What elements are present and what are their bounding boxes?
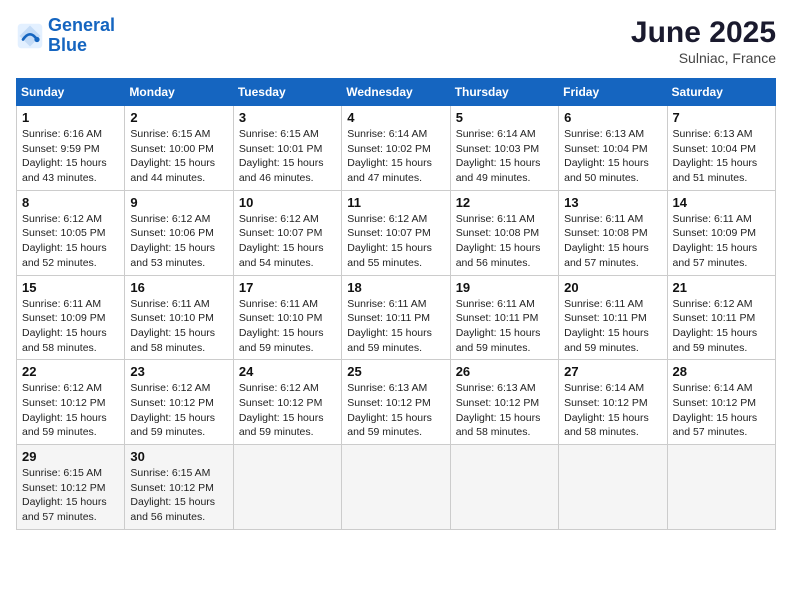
header-wednesday: Wednesday xyxy=(342,79,450,106)
title-block: June 2025 Sulniac, France xyxy=(631,16,776,66)
day-12: 12 Sunrise: 6:11 AMSunset: 10:08 PMDayli… xyxy=(450,190,558,275)
day-3: 3 Sunrise: 6:15 AMSunset: 10:01 PMDaylig… xyxy=(233,106,341,191)
day-27: 27 Sunrise: 6:14 AMSunset: 10:12 PMDayli… xyxy=(559,360,667,445)
week-row-5: 29 Sunrise: 6:15 AMSunset: 10:12 PMDayli… xyxy=(17,445,776,530)
day-20: 20 Sunrise: 6:11 AMSunset: 10:11 PMDayli… xyxy=(559,275,667,360)
day-16: 16 Sunrise: 6:11 AMSunset: 10:10 PMDayli… xyxy=(125,275,233,360)
day-14: 14 Sunrise: 6:11 AMSunset: 10:09 PMDayli… xyxy=(667,190,775,275)
day-29: 29 Sunrise: 6:15 AMSunset: 10:12 PMDayli… xyxy=(17,445,125,530)
day-19: 19 Sunrise: 6:11 AMSunset: 10:11 PMDayli… xyxy=(450,275,558,360)
empty-cell-5 xyxy=(667,445,775,530)
logo-text: General Blue xyxy=(48,16,115,56)
day-25: 25 Sunrise: 6:13 AMSunset: 10:12 PMDayli… xyxy=(342,360,450,445)
header-thursday: Thursday xyxy=(450,79,558,106)
calendar-table: Sunday Monday Tuesday Wednesday Thursday… xyxy=(16,78,776,530)
empty-cell-2 xyxy=(342,445,450,530)
empty-cell-4 xyxy=(559,445,667,530)
day-24: 24 Sunrise: 6:12 AMSunset: 10:12 PMDayli… xyxy=(233,360,341,445)
week-row-1: 1 Sunrise: 6:16 AMSunset: 9:59 PMDayligh… xyxy=(17,106,776,191)
day-8: 8 Sunrise: 6:12 AMSunset: 10:05 PMDaylig… xyxy=(17,190,125,275)
day-2: 2 Sunrise: 6:15 AMSunset: 10:00 PMDaylig… xyxy=(125,106,233,191)
location: Sulniac, France xyxy=(631,50,776,66)
day-10: 10 Sunrise: 6:12 AMSunset: 10:07 PMDayli… xyxy=(233,190,341,275)
header-sunday: Sunday xyxy=(17,79,125,106)
page-header: General Blue June 2025 Sulniac, France xyxy=(16,16,776,66)
day-13: 13 Sunrise: 6:11 AMSunset: 10:08 PMDayli… xyxy=(559,190,667,275)
day-7: 7 Sunrise: 6:13 AMSunset: 10:04 PMDaylig… xyxy=(667,106,775,191)
month-year: June 2025 xyxy=(631,16,776,50)
weekday-header-row: Sunday Monday Tuesday Wednesday Thursday… xyxy=(17,79,776,106)
header-saturday: Saturday xyxy=(667,79,775,106)
empty-cell-3 xyxy=(450,445,558,530)
day-1: 1 Sunrise: 6:16 AMSunset: 9:59 PMDayligh… xyxy=(17,106,125,191)
day-4: 4 Sunrise: 6:14 AMSunset: 10:02 PMDaylig… xyxy=(342,106,450,191)
header-friday: Friday xyxy=(559,79,667,106)
day-23: 23 Sunrise: 6:12 AMSunset: 10:12 PMDayli… xyxy=(125,360,233,445)
day-30: 30 Sunrise: 6:15 AMSunset: 10:12 PMDayli… xyxy=(125,445,233,530)
day-18: 18 Sunrise: 6:11 AMSunset: 10:11 PMDayli… xyxy=(342,275,450,360)
day-15: 15 Sunrise: 6:11 AMSunset: 10:09 PMDayli… xyxy=(17,275,125,360)
header-monday: Monday xyxy=(125,79,233,106)
day-26: 26 Sunrise: 6:13 AMSunset: 10:12 PMDayli… xyxy=(450,360,558,445)
header-tuesday: Tuesday xyxy=(233,79,341,106)
day-5: 5 Sunrise: 6:14 AMSunset: 10:03 PMDaylig… xyxy=(450,106,558,191)
logo: General Blue xyxy=(16,16,115,56)
week-row-2: 8 Sunrise: 6:12 AMSunset: 10:05 PMDaylig… xyxy=(17,190,776,275)
day-6: 6 Sunrise: 6:13 AMSunset: 10:04 PMDaylig… xyxy=(559,106,667,191)
day-28: 28 Sunrise: 6:14 AMSunset: 10:12 PMDayli… xyxy=(667,360,775,445)
week-row-4: 22 Sunrise: 6:12 AMSunset: 10:12 PMDayli… xyxy=(17,360,776,445)
day-22: 22 Sunrise: 6:12 AMSunset: 10:12 PMDayli… xyxy=(17,360,125,445)
logo-icon xyxy=(16,22,44,50)
day-21: 21 Sunrise: 6:12 AMSunset: 10:11 PMDayli… xyxy=(667,275,775,360)
week-row-3: 15 Sunrise: 6:11 AMSunset: 10:09 PMDayli… xyxy=(17,275,776,360)
day-9: 9 Sunrise: 6:12 AMSunset: 10:06 PMDaylig… xyxy=(125,190,233,275)
day-11: 11 Sunrise: 6:12 AMSunset: 10:07 PMDayli… xyxy=(342,190,450,275)
day-17: 17 Sunrise: 6:11 AMSunset: 10:10 PMDayli… xyxy=(233,275,341,360)
empty-cell-1 xyxy=(233,445,341,530)
